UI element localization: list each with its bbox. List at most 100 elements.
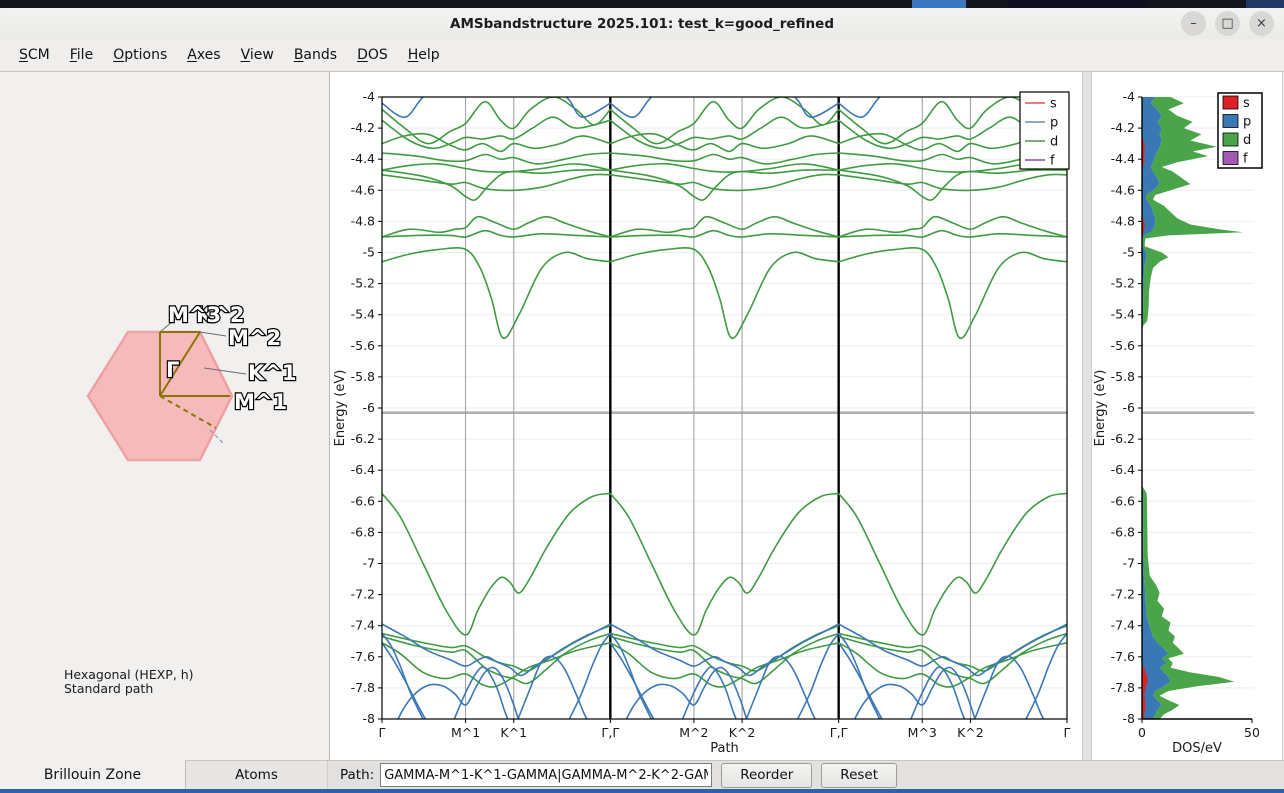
svg-text:K^2: K^2 — [729, 725, 756, 740]
svg-text:-7.4: -7.4 — [1111, 618, 1135, 633]
menu-file[interactable]: File — [61, 43, 102, 67]
path-input[interactable] — [380, 763, 712, 787]
svg-text:-7: -7 — [1123, 556, 1135, 571]
svg-text:-4.8: -4.8 — [1111, 213, 1135, 228]
svg-text:-4.2: -4.2 — [351, 120, 375, 135]
svg-text:-4.4: -4.4 — [1111, 151, 1135, 166]
k-point-label: M^2 — [228, 326, 281, 350]
svg-text:-7.6: -7.6 — [1111, 649, 1135, 664]
k-point-label: Γ — [166, 358, 179, 382]
lattice-type: Hexagonal (HEXP, h) — [64, 668, 194, 682]
legend-label: f — [1243, 152, 1248, 167]
legend-label: p — [1050, 116, 1058, 131]
minimize-button[interactable]: – — [1181, 11, 1206, 36]
brillouin-zone-panel: K^2M^3M^2ΓK^1M^1 Hexagonal (HEXP, h) Sta… — [0, 72, 330, 760]
band-structure-panel: -4-4.2-4.4-4.6-4.8-5-5.2-5.4-5.6-5.8-6-6… — [330, 72, 1082, 760]
background-window-fragment — [912, 0, 966, 8]
svg-text:-4.8: -4.8 — [351, 213, 375, 228]
legend-label: s — [1243, 96, 1250, 111]
dos-panel: -4-4.2-4.4-4.6-4.8-5-5.2-5.4-5.6-5.8-6-6… — [1092, 72, 1283, 760]
k-point-label: M^3 — [168, 303, 221, 327]
svg-text:-5.2: -5.2 — [351, 276, 375, 291]
panel-splitter[interactable] — [1082, 72, 1092, 760]
svg-text:-6.6: -6.6 — [1111, 493, 1135, 508]
svg-text:M^2: M^2 — [679, 725, 708, 740]
svg-text:-7: -7 — [363, 556, 375, 571]
svg-text:Γ: Γ — [379, 725, 386, 740]
bottom-bar: Brillouin Zone Atoms Path: Reorder Reset — [0, 760, 1284, 789]
svg-text:-5.8: -5.8 — [351, 369, 375, 384]
brillouin-zone-figure[interactable]: K^2M^3M^2ΓK^1M^1 — [0, 72, 330, 760]
menu-view[interactable]: View — [232, 43, 283, 67]
maximize-button[interactable]: □ — [1215, 11, 1240, 36]
menu-help[interactable]: Help — [399, 43, 449, 67]
svg-text:-5.4: -5.4 — [351, 307, 375, 322]
svg-text:50: 50 — [1244, 725, 1260, 740]
svg-text:M^1: M^1 — [451, 725, 480, 740]
svg-text:-5.8: -5.8 — [1111, 369, 1135, 384]
svg-text:-5.6: -5.6 — [1111, 338, 1135, 353]
svg-text:-4.4: -4.4 — [351, 151, 375, 166]
x-axis-label: Path — [710, 741, 739, 756]
lattice-info: Hexagonal (HEXP, h) Standard path — [64, 668, 194, 696]
menubar: SCMFileOptionsAxesViewBandsDOSHelp — [0, 39, 1284, 72]
svg-text:-8: -8 — [1123, 711, 1136, 726]
reset-button[interactable]: Reset — [821, 763, 897, 788]
window-controls: – □ × — [1181, 11, 1274, 36]
band-structure-chart[interactable]: -4-4.2-4.4-4.6-4.8-5-5.2-5.4-5.6-5.8-6-6… — [330, 72, 1082, 760]
svg-text:-4: -4 — [1123, 89, 1136, 104]
svg-text:-7.6: -7.6 — [351, 649, 375, 664]
titlebar[interactable]: AMSbandstructure 2025.101: test_k=good_r… — [0, 8, 1284, 40]
menu-options[interactable]: Options — [104, 43, 176, 67]
svg-text:-5: -5 — [1123, 245, 1135, 260]
svg-text:-5.6: -5.6 — [351, 338, 375, 353]
legend-label: s — [1050, 97, 1057, 112]
legend-label: f — [1050, 154, 1055, 169]
tab-brillouin-zone[interactable]: Brillouin Zone — [0, 760, 186, 789]
svg-text:-4.6: -4.6 — [1111, 182, 1135, 197]
svg-text:-4: -4 — [363, 89, 376, 104]
svg-text:-7.4: -7.4 — [351, 618, 375, 633]
close-button[interactable]: × — [1249, 11, 1274, 36]
menu-bands[interactable]: Bands — [285, 43, 346, 67]
svg-text:-5.2: -5.2 — [1111, 276, 1135, 291]
svg-text:Γ,Γ: Γ,Γ — [830, 725, 848, 740]
menu-axes[interactable]: Axes — [178, 43, 229, 67]
dos-chart[interactable]: -4-4.2-4.4-4.6-4.8-5-5.2-5.4-5.6-5.8-6-6… — [1092, 72, 1282, 760]
k-point-label: M^1 — [234, 390, 287, 414]
svg-text:-6.2: -6.2 — [351, 431, 375, 446]
svg-text:-7.2: -7.2 — [351, 587, 375, 602]
path-label: Path: — [340, 767, 374, 783]
legend-label: p — [1243, 115, 1251, 130]
legend-label: d — [1050, 135, 1058, 150]
svg-text:-6.4: -6.4 — [1111, 462, 1135, 477]
svg-text:Γ,Γ: Γ,Γ — [601, 725, 619, 740]
svg-text:M^3: M^3 — [908, 725, 937, 740]
svg-text:-8: -8 — [363, 711, 376, 726]
svg-text:-4.6: -4.6 — [351, 182, 375, 197]
window-title: AMSbandstructure 2025.101: test_k=good_r… — [450, 16, 834, 32]
svg-text:-6.8: -6.8 — [1111, 524, 1135, 539]
x-axis-label: DOS/eV — [1172, 741, 1222, 756]
reorder-button[interactable]: Reorder — [721, 763, 812, 788]
background-window-fragment — [1008, 0, 1148, 8]
svg-text:K^1: K^1 — [500, 725, 527, 740]
leader-line — [200, 332, 226, 336]
menu-dos[interactable]: DOS — [348, 43, 397, 67]
svg-text:Γ: Γ — [1064, 725, 1071, 740]
menu-scm[interactable]: SCM — [10, 43, 59, 67]
svg-text:-6.8: -6.8 — [351, 524, 375, 539]
svg-text:-7.2: -7.2 — [1111, 587, 1135, 602]
background-window-fragment — [1246, 0, 1284, 8]
main-content: K^2 M^3 M^2 Γ K^1 M^1 Hexagonal (HEXP, h) Sta… — [0, 72, 1284, 760]
tab-atoms[interactable]: Atoms — [186, 761, 328, 790]
k-point-label: K^1 — [248, 361, 296, 385]
svg-text:-6.2: -6.2 — [1111, 431, 1135, 446]
svg-text:0: 0 — [1138, 725, 1146, 740]
band-curves — [382, 75, 1067, 734]
legend-label: d — [1243, 133, 1251, 148]
svg-text:-7.8: -7.8 — [351, 680, 375, 695]
y-axis-label: Energy (eV) — [1093, 370, 1108, 447]
y-axis-label: Energy (eV) — [333, 370, 348, 447]
svg-text:-6: -6 — [1123, 400, 1136, 415]
